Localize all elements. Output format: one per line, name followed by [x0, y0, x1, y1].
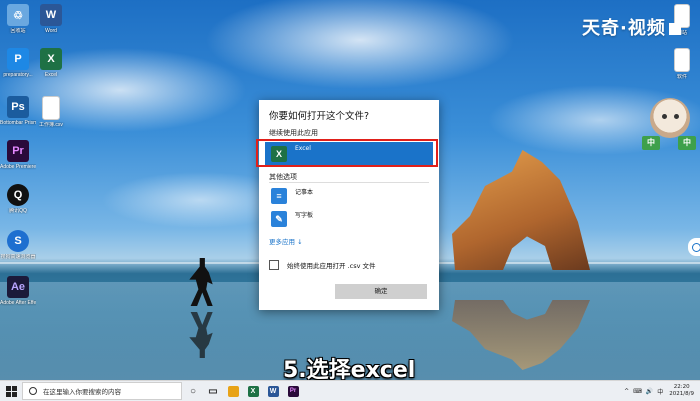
wordpad-icon: ✎ [271, 211, 287, 227]
money-icon: 中 [678, 136, 696, 150]
side-panel-tab[interactable] [688, 238, 700, 256]
desktop-icon-recycle-bin[interactable]: ♲ 回收站 [0, 4, 36, 34]
premiere-icon: Pr [287, 385, 299, 397]
hamster-eye [662, 114, 667, 119]
desktop-icon-premiere[interactable]: Pr Adobe Premiere Pro [0, 140, 36, 170]
red-highlight-box [256, 139, 438, 167]
search-icon [29, 387, 37, 395]
premiere-icon: Pr [7, 140, 29, 162]
ok-button[interactable]: 确定 [335, 284, 427, 299]
hamster-icon [650, 98, 690, 138]
app-option-wordpad[interactable]: ✎ 写字板 [265, 208, 433, 230]
task-view-icon: ▭ [208, 385, 218, 397]
taskbar-word[interactable]: W [264, 381, 282, 401]
brand-watermark: 天奇·视频 [582, 14, 681, 40]
recycle-bin-icon: ♲ [7, 4, 29, 26]
money-icon: 中 [642, 136, 660, 150]
cortana-icon: ○ [189, 385, 197, 397]
brand-logo-icon [668, 23, 681, 35]
taskbar-file-explorer[interactable] [224, 381, 242, 401]
sogou-icon: S [7, 230, 29, 252]
desktop-icon-label: preparatory... [3, 72, 33, 78]
app-option-label: 写字板 [295, 211, 314, 219]
word-icon: W [40, 4, 62, 26]
document-icon [42, 96, 60, 120]
desktop-icon-after-effects[interactable]: Ae Adobe After Effects 2020 [0, 276, 36, 306]
continue-section-label: 继续使用此应用 [269, 129, 318, 137]
desktop-icon-excel[interactable]: X Excel [33, 48, 69, 78]
clock[interactable]: 22:20 2021/8/9 [669, 384, 694, 398]
taskbar-premiere[interactable]: Pr [284, 381, 302, 401]
folder-icon [227, 385, 239, 397]
system-tray: ^ ⌨ 🔊 中 22:20 2021/8/9 [620, 381, 694, 401]
photoshop-icon: Ps [7, 96, 29, 118]
divider [269, 182, 429, 183]
desktop-icon-software-file[interactable]: 软件 [664, 48, 700, 80]
search-placeholder: 在这里输入你要搜索的内容 [43, 388, 121, 396]
circle-icon [692, 243, 700, 252]
desktop-icon-word[interactable]: W Word [33, 4, 69, 34]
desktop-icon-qq[interactable]: Q 腾讯QQ [0, 184, 36, 214]
hamster-widget[interactable]: 中 中 [642, 96, 698, 154]
desktop-icon-sogou-browser[interactable]: S 搜狗高速浏览器 [0, 230, 36, 260]
app-icon: P [7, 48, 29, 70]
desktop-icon-label: 工作簿.csv [39, 122, 63, 128]
desktop-icon-label: Adobe After Effects 2020 [0, 300, 36, 306]
step-caption: 5.选择excel [283, 358, 416, 380]
desktop-icon-label: 回收站 [10, 28, 26, 34]
taskbar-excel[interactable]: X [244, 381, 262, 401]
desktop-icon-label: 腾讯QQ [9, 208, 27, 214]
desktop-icon-label: 搜狗高速浏览器 [0, 254, 36, 260]
taskbar-cortana[interactable]: ○ [184, 381, 202, 401]
desktop-icon-csv-file[interactable]: 工作簿.csv [33, 96, 69, 128]
hamster-eye [674, 114, 679, 119]
always-use-label: 始终使用此应用打开 .csv 文件 [287, 262, 376, 270]
open-with-dialog: 你要如何打开这个文件? 继续使用此应用 X Excel 其他选项 ≡ 记事本 ✎… [256, 100, 439, 310]
tray-overflow-icon[interactable]: ^ [624, 388, 629, 395]
keyboard-icon[interactable]: ⌨ [633, 388, 642, 395]
app-option-notepad[interactable]: ≡ 记事本 [265, 185, 433, 207]
dialog-title: 你要如何打开这个文件? [269, 111, 370, 122]
taskbar: 在这里输入你要搜索的内容 ○ ▭ X W Pr ^ ⌨ 🔊 中 22:20 20… [0, 380, 700, 401]
volume-icon[interactable]: 🔊 [646, 388, 653, 395]
more-apps-link[interactable]: 更多应用 ↓ [269, 236, 303, 246]
desktop-icon-label: Adobe Premiere Pro [0, 164, 36, 170]
qq-penguin-icon: Q [7, 184, 29, 206]
clock-time: 22:20 [673, 384, 690, 390]
desktop-icon-label: Word [45, 28, 57, 34]
input-method-icon[interactable]: 中 [657, 387, 663, 396]
brand-text: 天奇·视频 [582, 18, 666, 39]
other-options-label: 其他选项 [269, 173, 297, 181]
desktop-icon-preparatory[interactable]: P preparatory... [0, 48, 36, 78]
start-button[interactable] [0, 381, 22, 401]
desktop-icon-label: 软件 [676, 74, 687, 80]
app-option-label: 记事本 [295, 188, 314, 196]
windows-logo-icon [5, 385, 17, 397]
taskbar-task-view[interactable]: ▭ [204, 381, 222, 401]
desktop-wallpaper: ♲ 回收站 W Word P preparatory... X Excel Ps… [0, 0, 700, 380]
desktop-icon-label: Excel [44, 72, 58, 78]
document-icon [674, 48, 690, 72]
taskbar-search-box[interactable]: 在这里输入你要搜索的内容 [22, 382, 182, 400]
clock-date: 2021/8/9 [669, 391, 694, 397]
excel-icon: X [40, 48, 62, 70]
excel-icon: X [247, 385, 259, 397]
desktop-icon-photoshop[interactable]: Ps Bottombar Prisma... [0, 96, 36, 126]
always-use-checkbox[interactable] [269, 260, 279, 270]
notepad-icon: ≡ [271, 188, 287, 204]
word-icon: W [267, 385, 279, 397]
desktop-icon-label: Bottombar Prisma... [0, 120, 36, 126]
always-use-checkbox-row[interactable]: 始终使用此应用打开 .csv 文件 [269, 260, 376, 270]
after-effects-icon: Ae [7, 276, 29, 298]
rock-arch [452, 150, 590, 270]
